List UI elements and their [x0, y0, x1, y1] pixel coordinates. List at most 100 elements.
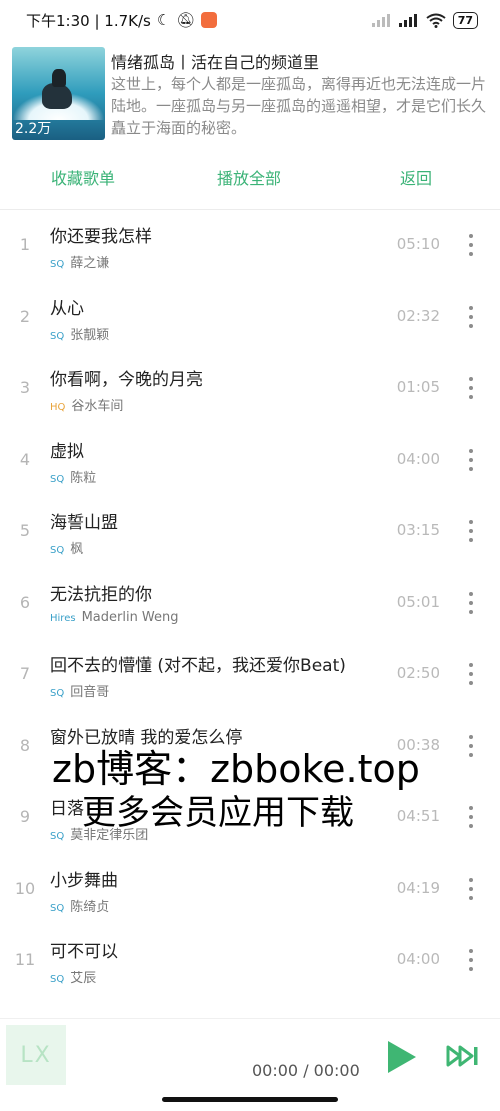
app-notification-icon: [201, 12, 218, 28]
song-number: 2: [19, 306, 31, 326]
song-number: 9: [19, 807, 31, 826]
playback-time: 00:00 / 00:00: [252, 1061, 360, 1080]
song-title: 虚拟: [50, 441, 84, 462]
signal-hd-icon: [398, 14, 417, 27]
song-duration: 04:19: [396, 878, 440, 897]
song-artist: 枫: [70, 542, 84, 557]
song-row[interactable]: 5 海誓山盟 SQ 枫 03:15: [0, 496, 500, 567]
status-time: 下午1:30 | 1.7K/s: [26, 11, 151, 30]
song-number: 6: [19, 592, 31, 612]
more-options-icon[interactable]: [466, 234, 476, 256]
song-title: 你看啊，今晚的月亮: [50, 370, 203, 390]
song-meta: HQ 谷水车间: [50, 395, 123, 414]
quality-badge: SQ: [50, 330, 65, 342]
song-artist: 薛之谦: [70, 256, 110, 271]
song-number: 4: [19, 449, 31, 469]
wifi-icon: [426, 13, 446, 28]
next-track-icon[interactable]: [446, 1045, 480, 1067]
song-row[interactable]: 11 可不可以 SQ 艾辰 04:00: [0, 925, 500, 996]
quality-badge: HQ: [50, 402, 66, 413]
quality-badge: SQ: [50, 545, 65, 556]
song-title: 无法抗拒的你: [50, 584, 152, 605]
song-artist: 陈绮贞: [70, 899, 110, 915]
quality-badge: SQ: [50, 902, 65, 914]
more-options-icon[interactable]: [466, 877, 476, 900]
song-row[interactable]: 3 你看啊，今晚的月亮 HQ 谷水车间 01:05: [0, 353, 500, 424]
song-title: 可不可以: [50, 942, 118, 962]
song-artist: 张靓颖: [70, 327, 110, 343]
status-right: 77: [371, 11, 478, 29]
more-options-icon[interactable]: [466, 377, 476, 399]
play-count: 2.2万: [15, 121, 52, 137]
quality-badge: SQ: [50, 473, 65, 485]
quality-badge: SQ: [50, 974, 65, 985]
bell-off-icon: 🔕︎: [176, 11, 196, 29]
now-playing-avatar[interactable]: LX: [6, 1025, 66, 1085]
song-duration: 04:51: [396, 807, 440, 825]
song-row[interactable]: 2 从心 SQ 张靓颖 02:32: [0, 282, 500, 353]
play-icon[interactable]: [388, 1041, 416, 1073]
playlist-cover[interactable]: 2.2万: [12, 47, 105, 140]
song-number: 10: [14, 878, 36, 898]
playlist-description: 这世上，每个人都是一座孤岛，离得再近也无法连成一片陆地。一座孤岛与另一座孤岛的遥…: [111, 75, 487, 137]
song-duration: 03:15: [396, 521, 440, 539]
quality-badge: Hires: [50, 612, 76, 624]
battery-indicator: 77: [452, 11, 478, 29]
song-title: 回不去的懵懂 (对不起，我还爱你Beat): [50, 656, 346, 676]
more-options-icon[interactable]: [466, 949, 476, 971]
song-number: 7: [19, 664, 31, 683]
song-artist: 谷水车间: [71, 399, 124, 414]
more-options-icon[interactable]: [466, 520, 476, 542]
collect-playlist-button[interactable]: 收藏歌单: [51, 165, 115, 189]
song-number: 11: [14, 950, 36, 969]
song-number: 3: [19, 378, 31, 397]
home-indicator[interactable]: [162, 1097, 338, 1102]
status-bar: 下午1:30 | 1.7K/s ☾ 🔕︎ 77: [0, 0, 500, 40]
song-meta: SQ 枫: [50, 538, 83, 557]
song-duration: 05:01: [396, 592, 440, 611]
playlist-header: 2.2万 情绪孤岛丨活在自己的频道里 这世上，每个人都是一座孤岛，离得再近也无法…: [12, 47, 492, 142]
song-title: 海誓山盟: [50, 513, 118, 533]
song-number: 5: [19, 521, 31, 540]
play-all-button[interactable]: 播放全部: [217, 165, 281, 189]
more-options-icon[interactable]: [466, 806, 476, 828]
back-button[interactable]: 返回: [400, 165, 432, 189]
song-title: 你还要我怎样: [50, 227, 152, 247]
more-options-icon[interactable]: [466, 663, 476, 685]
song-meta: SQ 陈粒: [50, 467, 96, 486]
song-meta: SQ 张靓颖: [50, 324, 109, 343]
moon-icon: ☾: [156, 11, 171, 29]
quality-badge: SQ: [50, 831, 65, 842]
song-duration: 04:00: [396, 449, 440, 468]
song-row[interactable]: 6 无法抗拒的你 Hires Maderlin Weng 05:01: [0, 568, 500, 639]
song-row[interactable]: 4 虚拟 SQ 陈粒 04:00: [0, 425, 500, 496]
song-number: 1: [19, 235, 31, 254]
song-meta: Hires Maderlin Weng: [50, 610, 179, 625]
quality-badge: SQ: [50, 688, 65, 699]
song-number: 8: [19, 735, 31, 755]
more-options-icon[interactable]: [466, 734, 476, 757]
more-options-icon[interactable]: [466, 448, 476, 471]
song-meta: SQ 艾辰: [50, 967, 96, 986]
song-duration: 01:05: [396, 378, 440, 396]
song-meta: SQ 薛之谦: [50, 252, 109, 271]
song-title: 小步舞曲: [50, 870, 118, 891]
song-meta: SQ 回音哥: [50, 681, 109, 700]
song-title: 从心: [50, 298, 84, 319]
watermark-line-2: 更多会员应用下载: [82, 793, 354, 833]
song-row[interactable]: 7 回不去的懵懂 (对不起，我还爱你Beat) SQ 回音哥 02:50: [0, 639, 500, 710]
song-duration: 02:32: [396, 306, 440, 325]
quality-badge: SQ: [50, 259, 65, 270]
song-artist: 回音哥: [70, 685, 110, 700]
song-duration: 05:10: [396, 235, 440, 253]
song-title: 日落: [50, 799, 84, 819]
song-row[interactable]: 1 你还要我怎样 SQ 薛之谦 05:10: [0, 210, 500, 281]
more-options-icon[interactable]: [466, 305, 476, 328]
song-artist: Maderlin Weng: [81, 609, 179, 625]
cover-cat-art: [52, 69, 66, 87]
song-artist: 艾辰: [70, 971, 97, 986]
action-bar: 收藏歌单 播放全部 返回: [0, 165, 500, 199]
song-row[interactable]: 10 小步舞曲 SQ 陈绮贞 04:19: [0, 854, 500, 925]
signal-icon: [371, 14, 390, 27]
more-options-icon[interactable]: [466, 591, 476, 614]
